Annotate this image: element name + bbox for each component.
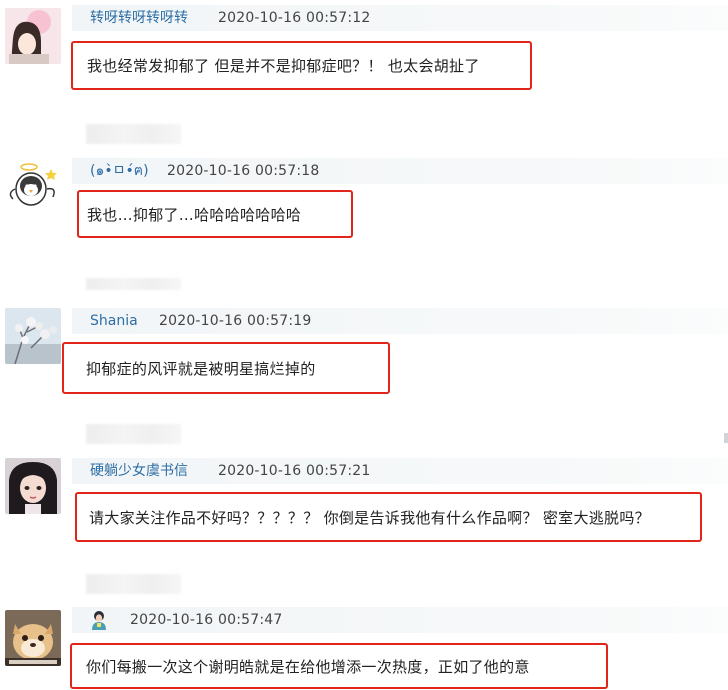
comment-header: (๑•̀ㅁ•́ฅ) 2020-10-16 00:57:18 [72, 158, 728, 184]
timestamp: 2020-10-16 00:57:21 [218, 463, 371, 479]
avatar[interactable] [5, 458, 61, 514]
highlighted-comment-text: 请大家关注作品不好吗？？？？？ 你倒是告诉我他有什么作品啊？ 密室大逃脱吗？ [75, 492, 702, 542]
comment-item-5: 2020-10-16 00:57:47 你们每搬一次这个谢明皓就是在给他增添一次… [0, 607, 728, 690]
comment-header: 2020-10-16 00:57:47 [72, 607, 728, 633]
comment-text: 我也经常发抑郁了 但是并不是抑郁症吧？！ 也太会胡扯了 [87, 57, 480, 75]
user-badge-icon[interactable] [90, 610, 108, 636]
blurred-content [86, 424, 181, 444]
comment-item-4: 硬躺少女虞书信 2020-10-16 00:57:21 请大家关注作品不好吗？？… [0, 458, 728, 548]
highlighted-comment-text: 我也…抑郁了…哈哈哈哈哈哈哈 [77, 190, 353, 238]
avatar[interactable] [5, 159, 61, 215]
username[interactable]: 硬躺少女虞书信 [90, 461, 188, 481]
comment-header: 硬躺少女虞书信 2020-10-16 00:57:21 [72, 458, 728, 484]
comment-text: 请大家关注作品不好吗？？？？？ 你倒是告诉我他有什么作品啊？ 密室大逃脱吗？ [89, 508, 650, 527]
comment-item-1: 转呀转呀转呀转 2020-10-16 00:57:12 我也经常发抑郁了 但是并… [0, 5, 728, 95]
timestamp: 2020-10-16 00:57:12 [218, 10, 371, 26]
blurred-content [86, 574, 181, 594]
comment-item-2: (๑•̀ㅁ•́ฅ) 2020-10-16 00:57:18 我也…抑郁了…哈哈哈… [0, 158, 728, 248]
highlighted-comment-text: 抑郁症的风评就是被明星搞烂掉的 [62, 342, 390, 394]
blurred-content [86, 278, 181, 290]
avatar[interactable] [5, 308, 61, 364]
timestamp: 2020-10-16 00:57:19 [159, 313, 312, 329]
timestamp: 2020-10-16 00:57:18 [167, 163, 320, 179]
timestamp: 2020-10-16 00:57:47 [130, 612, 283, 628]
comment-header: 转呀转呀转呀转 2020-10-16 00:57:12 [72, 5, 728, 31]
comment-text: 抑郁症的风评就是被明星搞烂掉的 [86, 359, 316, 378]
scroll-edge-mark [724, 433, 728, 443]
blurred-content [86, 124, 181, 144]
username[interactable]: Shania [90, 311, 138, 331]
comment-text: 我也…抑郁了…哈哈哈哈哈哈哈 [87, 205, 302, 224]
username[interactable]: 转呀转呀转呀转 [90, 8, 188, 28]
highlighted-comment-text: 我也经常发抑郁了 但是并不是抑郁症吧？！ 也太会胡扯了 [71, 41, 532, 90]
avatar[interactable] [5, 610, 61, 666]
comment-item-3: Shania 2020-10-16 00:57:19 抑郁症的风评就是被明星搞烂… [0, 308, 728, 398]
comment-header: Shania 2020-10-16 00:57:19 [72, 308, 728, 334]
avatar[interactable] [5, 8, 61, 64]
comment-text: 你们每搬一次这个谢明皓就是在给他增添一次热度，正如了他的意 [86, 657, 530, 676]
username[interactable]: (๑•̀ㅁ•́ฅ) [90, 161, 149, 181]
highlighted-comment-text: 你们每搬一次这个谢明皓就是在给他增添一次热度，正如了他的意 [70, 643, 608, 689]
